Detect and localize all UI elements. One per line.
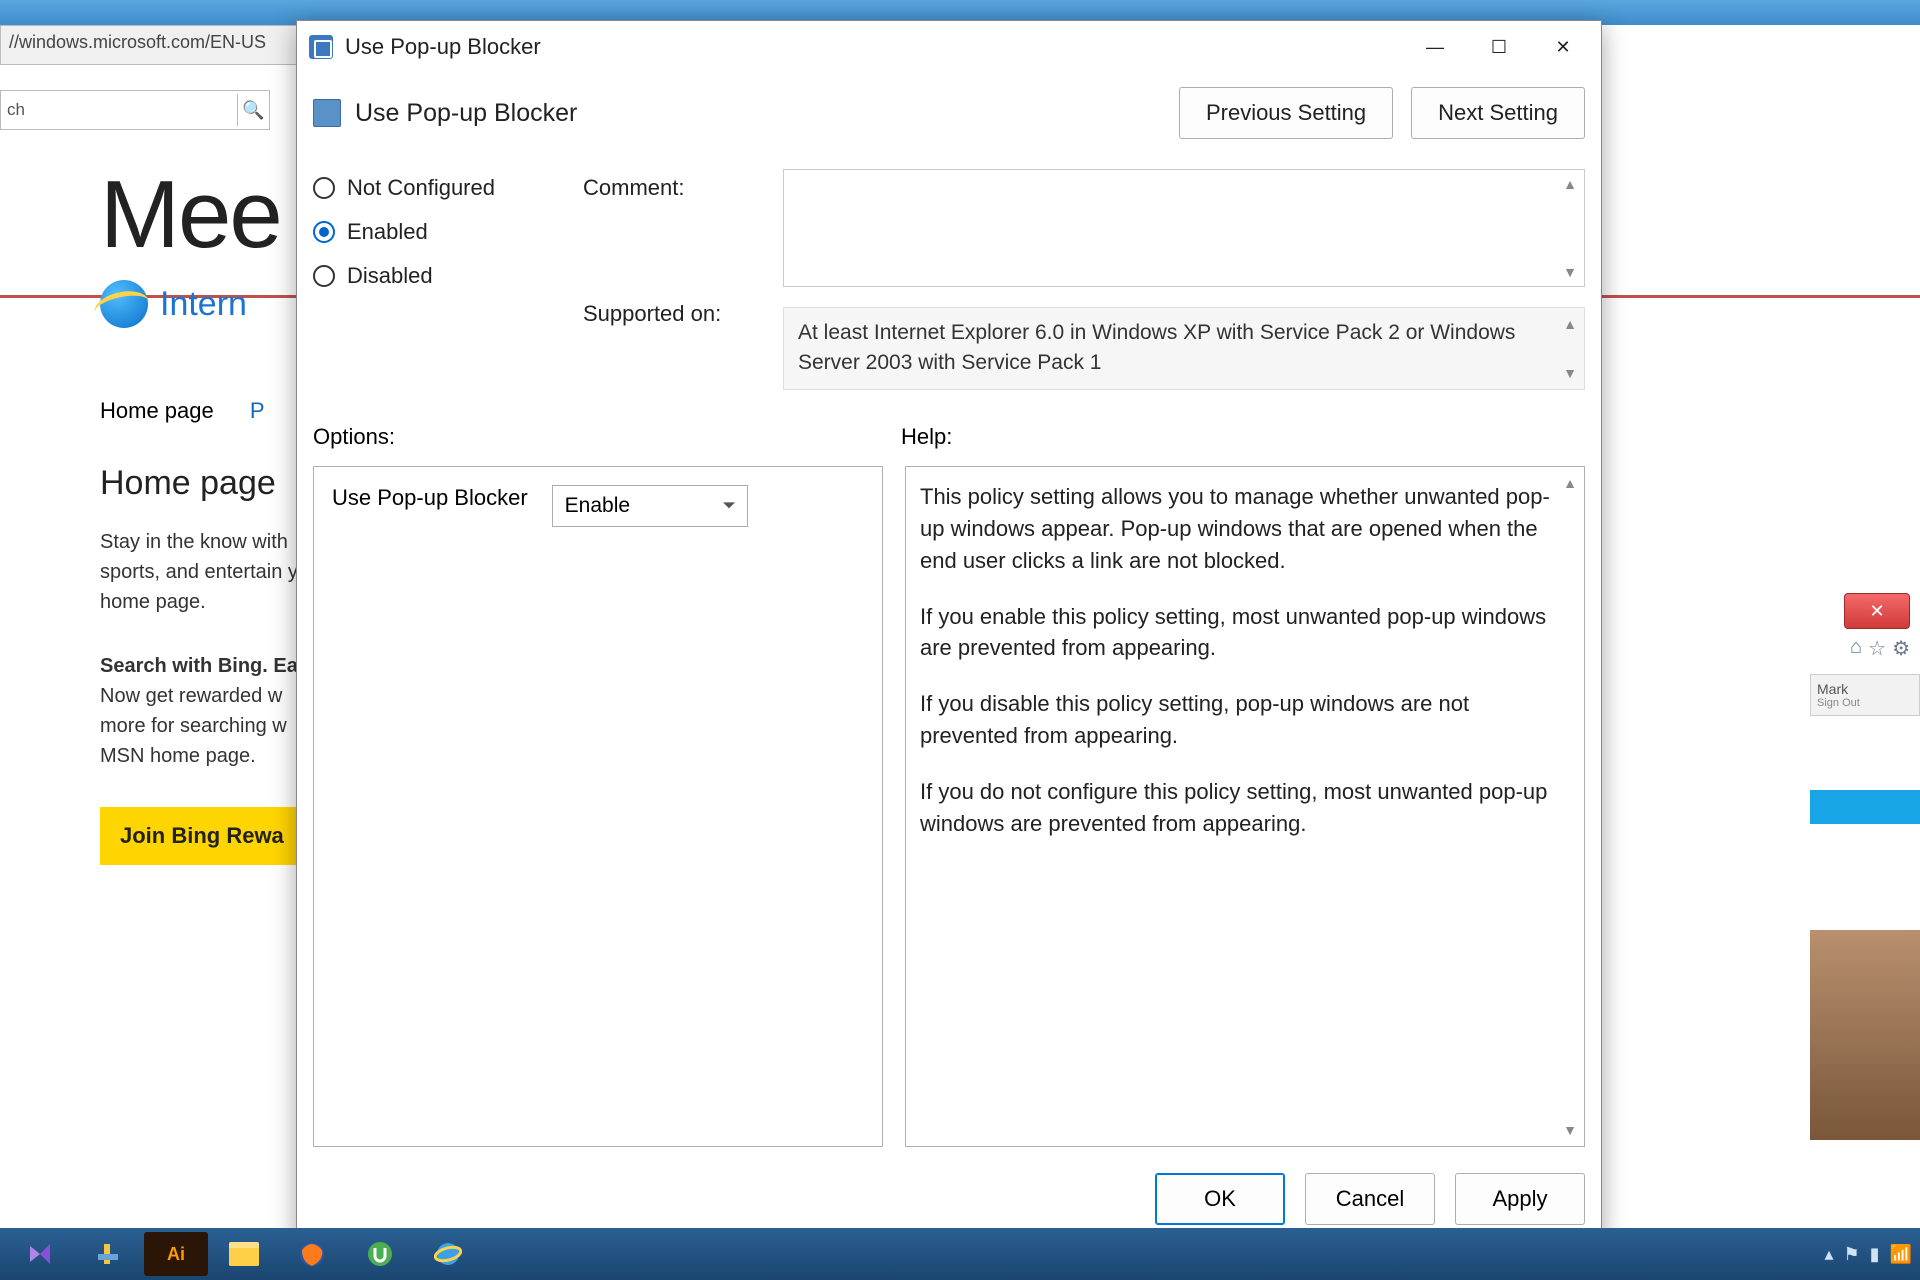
search-icon[interactable]: 🔍 [237,94,269,126]
group-policy-dialog: Use Pop-up Blocker ― ☐ ✕ Use Pop-up Bloc… [296,20,1602,1240]
help-paragraph: If you do not configure this policy sett… [920,776,1550,840]
tab-next-partial[interactable]: P [250,398,265,423]
search-bar[interactable]: ch 🔍 [0,90,270,130]
radio-label: Enabled [347,219,428,245]
options-label: Options: [313,424,901,450]
secondary-image-thumbnail [1810,930,1920,1140]
gear-icon[interactable]: ⚙ [1892,636,1910,661]
radio-dot-icon [313,221,335,243]
taskbar-utorrent-icon[interactable] [348,1232,412,1276]
scroll-down-icon[interactable]: ▼ [1563,264,1577,280]
search-input[interactable]: ch [1,96,237,124]
radio-dot-icon [313,177,335,199]
scroll-up-icon[interactable]: ▲ [1563,314,1577,334]
taskbar-ie-icon[interactable] [416,1232,480,1276]
help-paragraph: This policy setting allows you to manage… [920,481,1550,577]
help-paragraph: If you disable this policy setting, pop-… [920,688,1550,752]
radio-not-configured[interactable]: Not Configured [313,175,543,201]
tab-home-page[interactable]: Home page [100,398,214,423]
taskbar-explorer-icon[interactable] [212,1232,276,1276]
radio-enabled[interactable]: Enabled [313,219,543,245]
option-row-label: Use Pop-up Blocker [332,485,528,511]
supported-on-label: Supported on: [583,301,743,327]
supported-on-value: At least Internet Explorer 6.0 in Window… [798,321,1515,374]
option-select[interactable]: Enable [552,485,748,527]
secondary-blue-bar [1810,790,1920,824]
scroll-down-icon[interactable]: ▼ [1563,1120,1577,1140]
radio-label: Not Configured [347,175,495,201]
ie-brand-text: Intern [160,285,247,324]
apply-button[interactable]: Apply [1455,1173,1585,1225]
sidebar-user-name: Mark [1817,681,1913,697]
policy-heading: Use Pop-up Blocker [355,99,1179,128]
cancel-button[interactable]: Cancel [1305,1173,1435,1225]
scroll-up-icon[interactable]: ▲ [1563,176,1577,192]
taskbar-firefox-icon[interactable] [280,1232,344,1276]
scroll-down-icon[interactable]: ▼ [1563,363,1577,383]
address-bar[interactable]: //windows.microsoft.com/EN-US [0,25,300,65]
previous-setting-button[interactable]: Previous Setting [1179,87,1393,139]
tray-battery-icon[interactable]: ▮ [1870,1244,1880,1265]
comment-label: Comment: [583,175,743,201]
secondary-close-button[interactable]: ✕ [1844,593,1910,629]
home-icon[interactable]: ⌂ [1850,636,1862,661]
dialog-window-title: Use Pop-up Blocker [345,34,1403,60]
tray-flag-icon[interactable]: ⚑ [1844,1244,1860,1265]
tray-chevron-up-icon[interactable]: ▴ [1824,1244,1833,1265]
dialog-titlebar[interactable]: Use Pop-up Blocker ― ☐ ✕ [297,21,1601,73]
maximize-button[interactable]: ☐ [1467,25,1531,69]
system-tray[interactable]: ▴ ⚑ ▮ 📶 [1824,1244,1912,1265]
scrollbar[interactable]: ▲▼ [1560,314,1580,383]
next-setting-button[interactable]: Next Setting [1411,87,1585,139]
help-paragraph: If you enable this policy setting, most … [920,601,1550,665]
radio-dot-icon [313,265,335,287]
dialog-app-icon [309,35,333,59]
taskbar[interactable]: Ai ▴ ⚑ ▮ 📶 [0,1228,1920,1280]
radio-disabled[interactable]: Disabled [313,263,543,289]
ok-button[interactable]: OK [1155,1173,1285,1225]
radio-label: Disabled [347,263,433,289]
taskbar-illustrator-icon[interactable]: Ai [144,1232,208,1276]
options-panel: Use Pop-up Blocker Enable [313,466,883,1147]
comment-textarea[interactable]: ▲▼ [783,169,1585,287]
scroll-up-icon[interactable]: ▲ [1563,473,1577,493]
secondary-sidebar: Mark Sign Out [1810,674,1920,716]
star-icon[interactable]: ☆ [1868,636,1886,661]
tray-network-icon[interactable]: 📶 [1890,1244,1912,1265]
close-button[interactable]: ✕ [1531,25,1595,69]
scrollbar[interactable]: ▲▼ [1560,176,1580,280]
help-label: Help: [901,424,952,450]
minimize-button[interactable]: ― [1403,25,1467,69]
ie-logo-icon [100,280,148,328]
policy-item-icon [313,99,341,127]
scrollbar[interactable]: ▲▼ [1560,473,1580,1140]
dialog-footer: OK Cancel Apply [297,1159,1601,1239]
taskbar-visual-studio-icon[interactable] [8,1232,72,1276]
supported-on-text: At least Internet Explorer 6.0 in Window… [783,307,1585,390]
sidebar-signout[interactable]: Sign Out [1817,697,1913,709]
taskbar-tools-icon[interactable] [76,1232,140,1276]
help-panel: This policy setting allows you to manage… [905,466,1585,1147]
